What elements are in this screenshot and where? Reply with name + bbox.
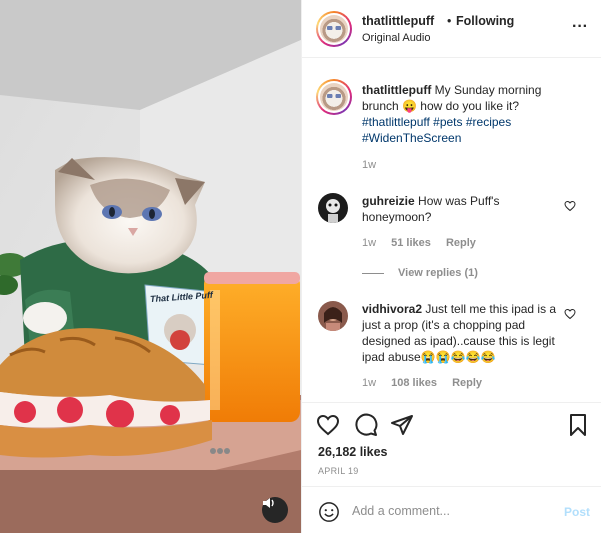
comment-text: vidhivora2 Just tell me this ipad is a j…	[362, 301, 562, 365]
commenter-avatar[interactable]	[318, 193, 348, 223]
following-button[interactable]: Following	[456, 14, 514, 28]
comment-meta: 1w 108 likes Reply	[362, 377, 494, 389]
post-panel: thatlittlepuff • Following Original Audi…	[301, 0, 601, 533]
audio-link[interactable]: Original Audio	[362, 32, 431, 44]
speaker-icon[interactable]	[262, 497, 288, 523]
caption-avatar[interactable]	[316, 79, 352, 115]
comment-like-heart-icon[interactable]	[564, 200, 576, 212]
caption-meta: 1w	[362, 159, 388, 171]
comment-username[interactable]: vidhivora2	[362, 302, 422, 316]
heart-icon[interactable]	[316, 413, 340, 437]
bookmark-icon[interactable]	[566, 413, 590, 437]
paper-plane-icon[interactable]	[390, 413, 414, 437]
comment-icon[interactable]	[354, 413, 378, 437]
reply-button[interactable]: Reply	[446, 237, 476, 249]
commenter-avatar[interactable]	[318, 301, 348, 331]
post-actions: 26,182 likes APRIL 19	[302, 402, 601, 486]
comment-like-heart-icon[interactable]	[564, 308, 576, 320]
comment-meta: 1w 51 likes Reply	[362, 237, 488, 249]
reply-button[interactable]: Reply	[452, 377, 482, 389]
post-date[interactable]: APRIL 19	[318, 466, 359, 476]
comment-likes[interactable]: 108 likes	[391, 377, 437, 389]
author-avatar[interactable]	[316, 11, 352, 47]
comment-likes[interactable]: 51 likes	[391, 237, 431, 249]
caption-username[interactable]: thatlittlepuff	[362, 83, 431, 97]
separator-dot: •	[447, 14, 452, 28]
comment-text: guhreizie How was Puff's honeymoon?	[362, 193, 562, 225]
post-video[interactable]: That Little Puff	[0, 0, 301, 533]
caption-hashtags[interactable]: #thatlittlepuff #pets #recipes #WidenThe…	[362, 115, 511, 145]
post-dialog: That Little Puff thatlittlepuff • Follow…	[0, 0, 601, 533]
author-username[interactable]: thatlittlepuff	[362, 14, 434, 28]
likes-count[interactable]: 26,182 likes	[318, 445, 388, 459]
comment-time[interactable]: 1w	[362, 377, 376, 389]
video-frame	[0, 0, 301, 533]
more-horizontal-icon[interactable]: ···	[572, 18, 588, 36]
comments-list: thatlittlepuff My Sunday morning brunch …	[302, 58, 601, 402]
add-comment-bar: Post	[302, 486, 601, 533]
post-button[interactable]: Post	[564, 505, 590, 519]
view-replies-button[interactable]: View replies (1)	[362, 267, 478, 279]
post-header: thatlittlepuff • Following Original Audi…	[302, 0, 601, 58]
comment-input[interactable]	[352, 499, 552, 523]
comment-username[interactable]: guhreizie	[362, 194, 415, 208]
comment-time[interactable]: 1w	[362, 237, 376, 249]
caption-text: thatlittlepuff My Sunday morning brunch …	[362, 82, 572, 146]
caption-time[interactable]: 1w	[362, 159, 376, 171]
smiley-icon[interactable]	[318, 501, 340, 523]
